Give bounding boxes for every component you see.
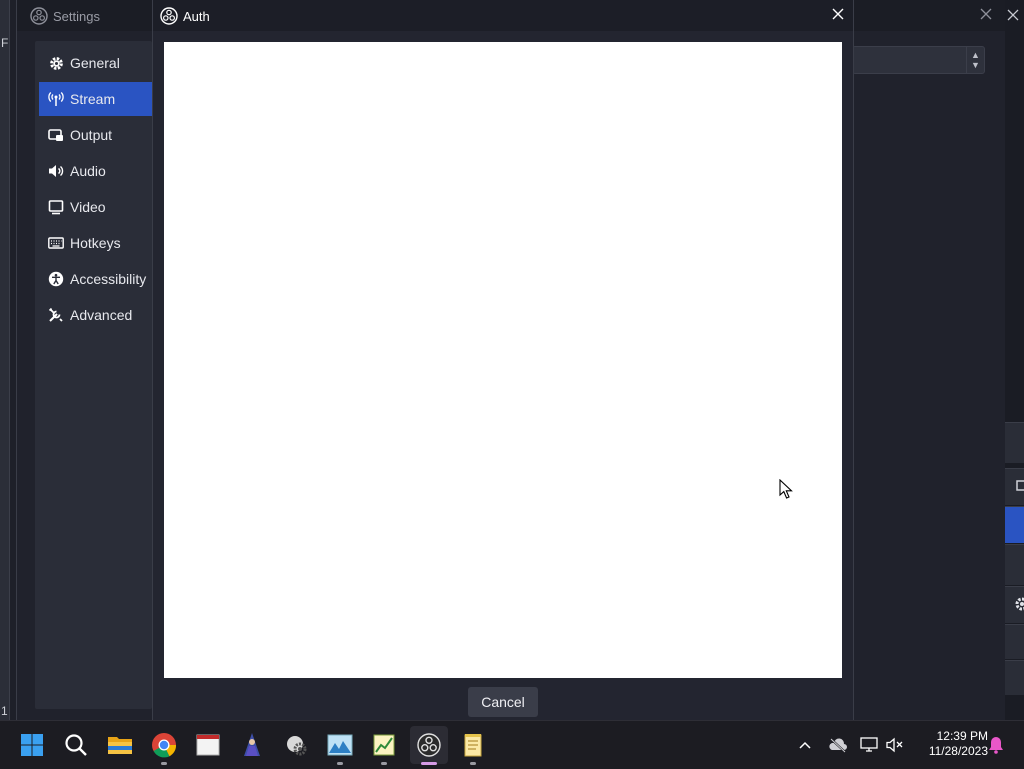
sidebar-item-label: Stream	[70, 91, 116, 107]
clock-date: 11/28/2023	[928, 744, 988, 758]
running-indicator	[470, 762, 476, 765]
sidebar-item-general[interactable]: General	[39, 46, 152, 80]
edge-letter-f: F	[1, 36, 9, 50]
obs-icon[interactable]	[413, 729, 445, 765]
right-edge-item-3[interactable]	[1004, 660, 1024, 695]
settings-sidebar: General Stream Output Audio Video Hotkey…	[35, 41, 152, 709]
right-edge-active-button[interactable]	[1004, 506, 1024, 543]
sidebar-item-label: Hotkeys	[70, 235, 121, 251]
keyboard-icon	[48, 235, 64, 251]
running-indicator	[381, 762, 387, 765]
right-edge-panel	[1004, 422, 1024, 463]
antenna-icon	[48, 91, 64, 107]
file-explorer-icon[interactable]	[104, 729, 136, 761]
auth-dialog-title: Auth	[183, 9, 210, 24]
obs-logo-icon	[160, 7, 178, 25]
gear-icon	[1015, 597, 1024, 611]
sidebar-item-label: Accessibility	[70, 271, 147, 287]
start-icon[interactable]	[16, 729, 48, 761]
sidebar-item-output[interactable]: Output	[39, 118, 152, 152]
wizard-app-icon[interactable]	[236, 729, 268, 761]
speaker-icon	[48, 163, 64, 179]
sidebar-item-hotkeys[interactable]: Hotkeys	[39, 226, 152, 260]
service-dropdown[interactable]: ▲ ▼	[852, 46, 985, 74]
sidebar-item-label: Video	[70, 199, 106, 215]
main-window-close-button[interactable]	[1004, 6, 1022, 24]
close-icon	[980, 8, 992, 20]
auth-titlebar: Auth	[153, 0, 853, 31]
sidebar-item-label: Advanced	[70, 307, 133, 323]
accessibility-icon	[48, 271, 64, 287]
obs-logo-icon	[30, 7, 48, 25]
cancel-button[interactable]: Cancel	[468, 687, 538, 717]
sidebar-item-label: General	[70, 55, 120, 71]
mouse-cursor-icon	[779, 479, 793, 500]
sidebar-item-stream[interactable]: Stream	[39, 82, 152, 116]
tools-icon	[48, 307, 64, 323]
right-edge-button[interactable]	[1004, 468, 1024, 505]
sidebar-item-advanced[interactable]: Advanced	[39, 298, 152, 332]
settings-close-button[interactable]	[979, 7, 993, 21]
brain-gear-icon[interactable]	[280, 729, 312, 761]
sidebar-item-label: Output	[70, 127, 113, 143]
settings-window-title: Settings	[53, 9, 100, 24]
auth-dialog: Auth Cancel	[152, 0, 854, 720]
chrome-icon[interactable]	[148, 729, 180, 765]
sidebar-item-label: Audio	[70, 163, 106, 179]
clock-time: 12:39 PM	[936, 729, 988, 743]
sidebar-item-accessibility[interactable]: Accessibility	[39, 262, 152, 296]
chevron-up-icon[interactable]	[790, 729, 820, 761]
running-indicator	[161, 762, 167, 765]
image-viewer-icon[interactable]	[324, 729, 356, 765]
tray-clock[interactable]: 12:39 PM 11/28/2023	[912, 729, 988, 759]
running-indicator	[337, 762, 343, 765]
gear-icon	[48, 55, 64, 71]
notification-bell-icon[interactable]	[985, 729, 1007, 761]
volume-muted-icon[interactable]	[881, 729, 909, 761]
right-edge-item-2[interactable]	[1004, 624, 1024, 659]
right-edge-item[interactable]	[1004, 544, 1024, 585]
dropdown-spin-icon: ▲ ▼	[966, 47, 984, 73]
monitor-icon	[48, 199, 64, 215]
active-indicator	[421, 762, 437, 765]
close-icon	[832, 8, 844, 20]
network-icon[interactable]	[855, 729, 883, 761]
chart-app-icon[interactable]	[368, 729, 400, 765]
edge-digit: 1	[1, 704, 8, 718]
output-icon	[48, 127, 64, 143]
onedrive-offline-icon[interactable]	[823, 729, 853, 761]
auth-browser-view[interactable]	[164, 42, 842, 678]
obs-main-window-edge: F N S 1	[0, 0, 27, 720]
taskbar: 12:39 PM 11/28/2023	[0, 720, 1024, 769]
close-icon	[1007, 9, 1019, 21]
sidebar-item-audio[interactable]: Audio	[39, 154, 152, 188]
auth-close-button[interactable]	[831, 7, 845, 21]
notepad-icon[interactable]	[457, 729, 489, 765]
sidebar-item-video[interactable]: Video	[39, 190, 152, 224]
search-icon[interactable]	[60, 729, 92, 761]
app-window-icon[interactable]	[192, 729, 224, 761]
right-edge-gear-button[interactable]	[1004, 586, 1024, 623]
